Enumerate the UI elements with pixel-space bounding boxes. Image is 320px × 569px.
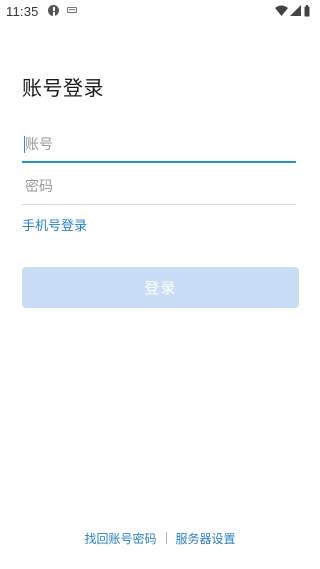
status-right-icons bbox=[274, 4, 314, 18]
footer-links: 找回账号密码 服务器设置 bbox=[0, 530, 320, 548]
footer-divider bbox=[165, 532, 167, 544]
text-caret bbox=[24, 136, 25, 153]
battery-icon bbox=[304, 5, 310, 17]
alert-icon bbox=[48, 5, 59, 16]
page-title: 账号登录 bbox=[22, 76, 104, 100]
server-settings-link[interactable]: 服务器设置 bbox=[176, 532, 236, 546]
keyboard-icon bbox=[67, 7, 77, 13]
status-bar: 11:35 bbox=[0, 0, 320, 24]
login-button[interactable]: 登录 bbox=[22, 267, 299, 308]
phone-login-link[interactable]: 手机号登录 bbox=[22, 218, 87, 236]
recover-account-link[interactable]: 找回账号密码 bbox=[84, 532, 156, 546]
account-input[interactable] bbox=[22, 129, 296, 161]
signal-icon bbox=[290, 5, 301, 16]
password-field-container bbox=[22, 171, 296, 205]
status-time: 11:35 bbox=[6, 4, 39, 19]
account-field-container bbox=[22, 129, 296, 163]
wifi-icon bbox=[275, 5, 288, 16]
password-input[interactable] bbox=[22, 171, 296, 203]
